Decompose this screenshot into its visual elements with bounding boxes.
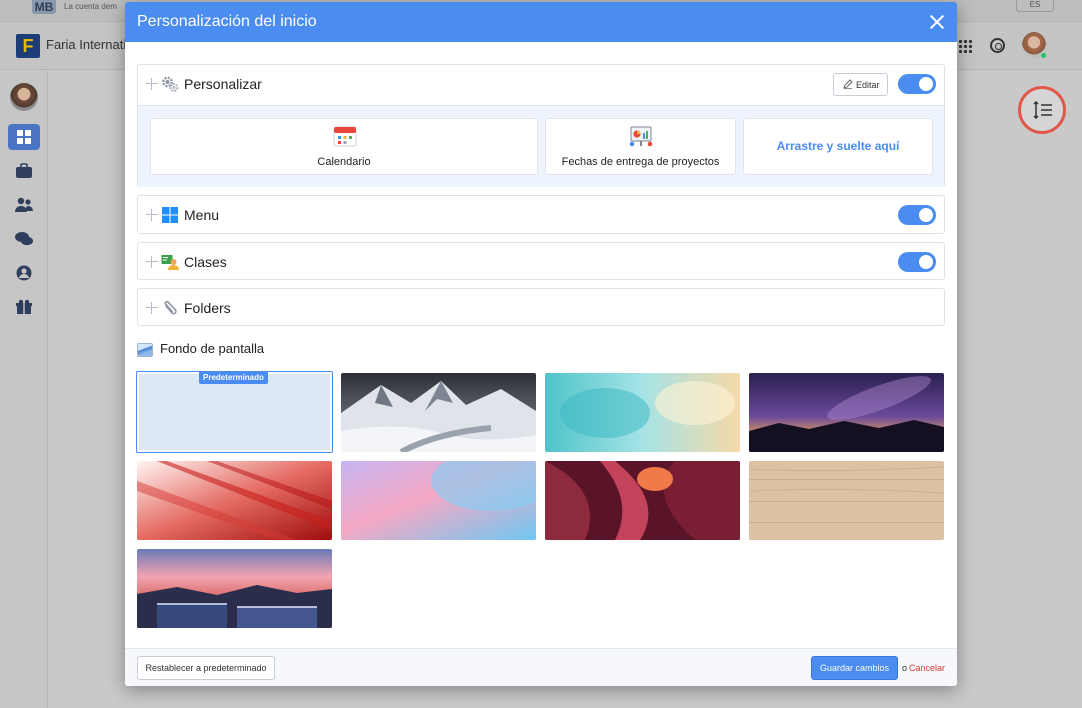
help-lifebuoy-icon[interactable]: [990, 38, 1005, 53]
wallpaper-default[interactable]: Predeterminado: [136, 371, 333, 453]
section-header: Personalizar Editar: [138, 65, 944, 103]
wallpaper-title: Fondo de pantalla: [160, 341, 265, 356]
language-selector[interactable]: ES: [1016, 0, 1054, 12]
sidebar-avatar[interactable]: [10, 83, 38, 111]
wallpaper-red-streaks[interactable]: [137, 461, 332, 540]
section-personalize: Personalizar Editar Calendario Fechas de…: [137, 64, 945, 187]
menu-toggle[interactable]: [898, 205, 936, 225]
widget-card-project-deadlines[interactable]: Fechas de entrega de proyectos: [545, 118, 736, 175]
gift-icon[interactable]: [15, 299, 33, 315]
home-customization-modal: Personalización del inicio Personalizar …: [125, 2, 957, 686]
default-badge: Predeterminado: [199, 371, 268, 384]
section-classes: Clases: [137, 242, 945, 280]
wallpaper-default-preview: [139, 374, 330, 450]
wallpaper-snowy-mountain[interactable]: [341, 373, 536, 452]
drop-zone-label: Arrastre y suelte aquí: [776, 139, 900, 153]
section-folders: Folders: [137, 288, 945, 326]
edit-button[interactable]: Editar: [833, 73, 888, 96]
wallpaper-icon: [137, 343, 153, 357]
classroom-icon: [161, 253, 179, 271]
modal-footer: Restablecer a predeterminado Guardar cam…: [125, 648, 957, 686]
gears-icon: [161, 75, 179, 93]
widget-drop-area: Calendario Fechas de entrega de proyecto…: [138, 105, 944, 187]
edit-label: Editar: [856, 80, 880, 90]
section-label: Folders: [184, 300, 231, 316]
personalize-toggle[interactable]: [898, 74, 936, 94]
drag-handle-icon[interactable]: [146, 78, 158, 90]
managebac-logo: MB: [32, 0, 56, 14]
wallpaper-red-canyon[interactable]: [545, 461, 740, 540]
online-status-dot: [1040, 52, 1047, 59]
briefcase-icon[interactable]: [15, 163, 33, 179]
wallpaper-turquoise-watercolor[interactable]: [545, 373, 740, 452]
reset-default-button[interactable]: Restablecer a predeterminado: [137, 656, 275, 680]
section-label: Personalizar: [184, 76, 262, 92]
drag-handle-icon[interactable]: [146, 256, 158, 268]
modal-header: Personalización del inicio: [125, 2, 957, 42]
drag-handle-icon[interactable]: [146, 209, 158, 221]
apps-grid-icon[interactable]: [958, 39, 972, 53]
wallpaper-light-wood[interactable]: [749, 461, 944, 540]
windows-icon: [161, 206, 179, 224]
background-sidebar: [0, 71, 48, 708]
modal-title: Personalización del inicio: [137, 13, 317, 30]
line-spacing-icon: [1033, 100, 1053, 123]
or-separator: o: [902, 663, 908, 673]
section-menu: Menu: [137, 195, 945, 234]
classes-toggle[interactable]: [898, 252, 936, 272]
paperclip-icon: [161, 299, 179, 317]
card-label: Calendario: [317, 156, 371, 168]
close-icon[interactable]: [927, 12, 947, 32]
users-icon[interactable]: [15, 197, 33, 213]
drop-zone[interactable]: Arrastre y suelte aquí: [743, 118, 933, 175]
cancel-link[interactable]: Cancelar: [909, 663, 945, 673]
customize-layout-button[interactable]: [1018, 86, 1066, 134]
chat-icon[interactable]: [15, 231, 33, 247]
save-changes-button[interactable]: Guardar cambios: [811, 656, 898, 680]
demo-account-notice: La cuenta dem: [64, 2, 117, 11]
pencil-icon: [843, 79, 853, 92]
wallpaper-sunset-waterfalls[interactable]: [137, 549, 332, 628]
section-label: Clases: [184, 254, 227, 270]
card-label: Fechas de entrega de proyectos: [561, 156, 720, 168]
section-label: Menu: [184, 207, 220, 223]
school-logo: F: [16, 34, 40, 58]
drag-handle-icon[interactable]: [146, 302, 158, 314]
calendar-icon: [333, 125, 357, 147]
widget-card-calendar[interactable]: Calendario: [150, 118, 538, 175]
wallpaper-purple-night-sky[interactable]: [749, 373, 944, 452]
school-name: Faria Internatio: [46, 37, 134, 52]
dashboard-icon[interactable]: [8, 124, 40, 150]
wallpaper-pastel-gradient[interactable]: [341, 461, 536, 540]
project-board-icon: [629, 125, 653, 147]
profile-icon[interactable]: [15, 265, 33, 281]
